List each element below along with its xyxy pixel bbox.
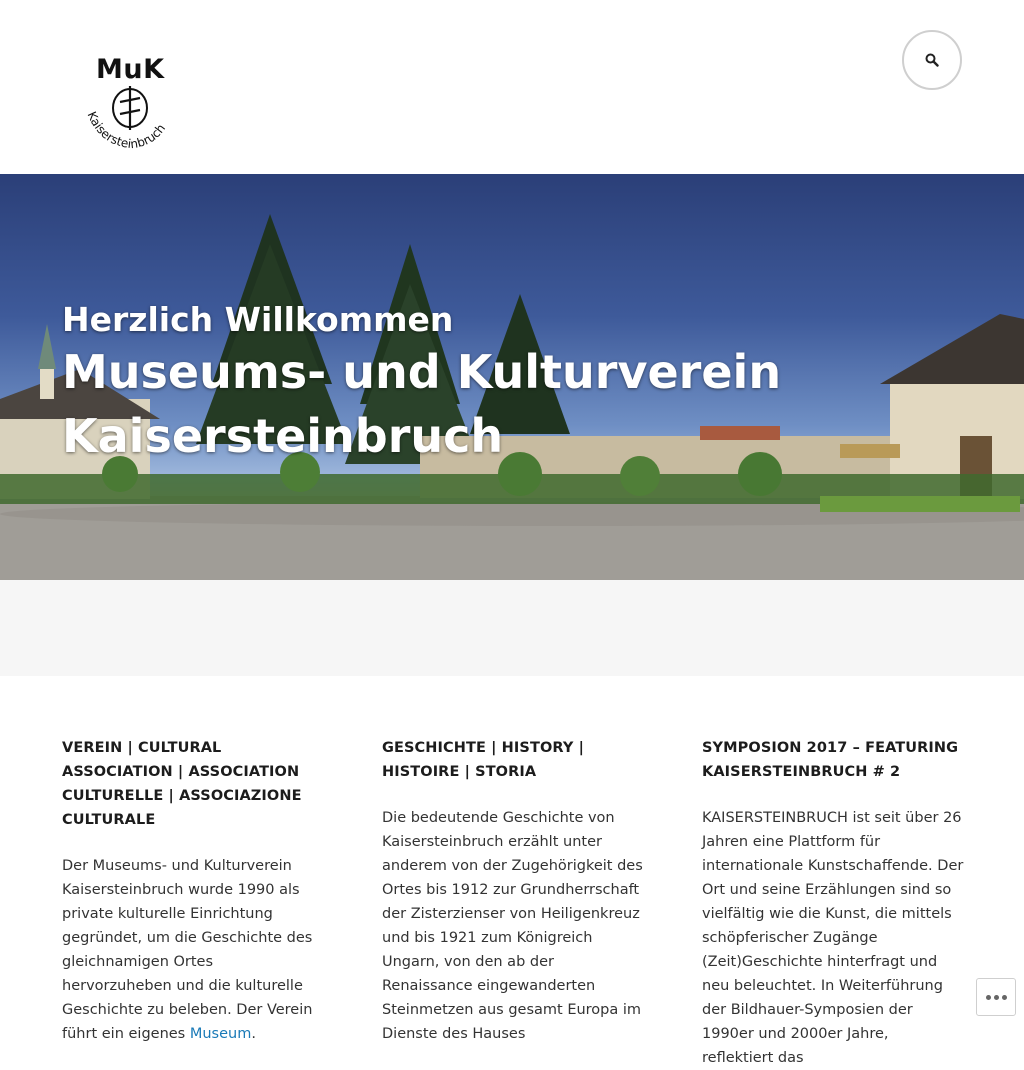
content-columns: VEREIN | CULTURAL ASSOCIATION | ASSOCIAT…: [0, 676, 1024, 1066]
column-title[interactable]: SYMPOSION 2017 – FEATURING KAISERSTEINBR…: [702, 736, 964, 784]
column-text: Der Museums- und Kulturverein Kaiserstei…: [62, 858, 313, 1042]
search-icon: [925, 53, 939, 67]
hero-title-line2: Kaisersteinbruch: [62, 409, 504, 463]
column-title[interactable]: VEREIN | CULTURAL ASSOCIATION | ASSOCIAT…: [62, 736, 324, 832]
search-button[interactable]: [902, 30, 962, 90]
museum-link[interactable]: Museum: [190, 1026, 252, 1042]
svg-text:Kaisersteinbruch: Kaisersteinbruch: [85, 109, 169, 151]
hero-title-line1: Museums- und Kulturverein: [62, 345, 782, 399]
logo-subtitle: Kaisersteinbruch: [85, 109, 169, 151]
hero-banner: Herzlich Willkommen Museums- und Kulturv…: [0, 174, 1024, 580]
column-verein: VEREIN | CULTURAL ASSOCIATION | ASSOCIAT…: [62, 736, 324, 1046]
hero-kicker: Herzlich Willkommen: [62, 300, 454, 339]
column-symposion: SYMPOSION 2017 – FEATURING KAISERSTEINBR…: [702, 736, 964, 1070]
logo-emblem-icon: Kaisersteinbruch: [85, 86, 169, 151]
column-text: Die bedeutende Geschichte von Kaiserstei…: [382, 810, 643, 1042]
more-actions-button[interactable]: [976, 978, 1016, 1016]
column-geschichte: GESCHICHTE | HISTORY | HISTOIRE | STORIA…: [382, 736, 644, 1046]
ellipsis-icon: [985, 994, 991, 1000]
site-logo[interactable]: MuK Kaisersteinbruch: [62, 50, 182, 154]
divider-band: [0, 580, 1024, 676]
hero-text: Herzlich Willkommen Museums- und Kulturv…: [62, 300, 781, 468]
column-text: KAISERSTEINBRUCH ist seit über 26 Jahren…: [702, 810, 964, 1066]
column-title[interactable]: GESCHICHTE | HISTORY | HISTOIRE | STORIA: [382, 736, 644, 784]
site-header: MuK Kaisersteinbruch: [0, 0, 1024, 174]
